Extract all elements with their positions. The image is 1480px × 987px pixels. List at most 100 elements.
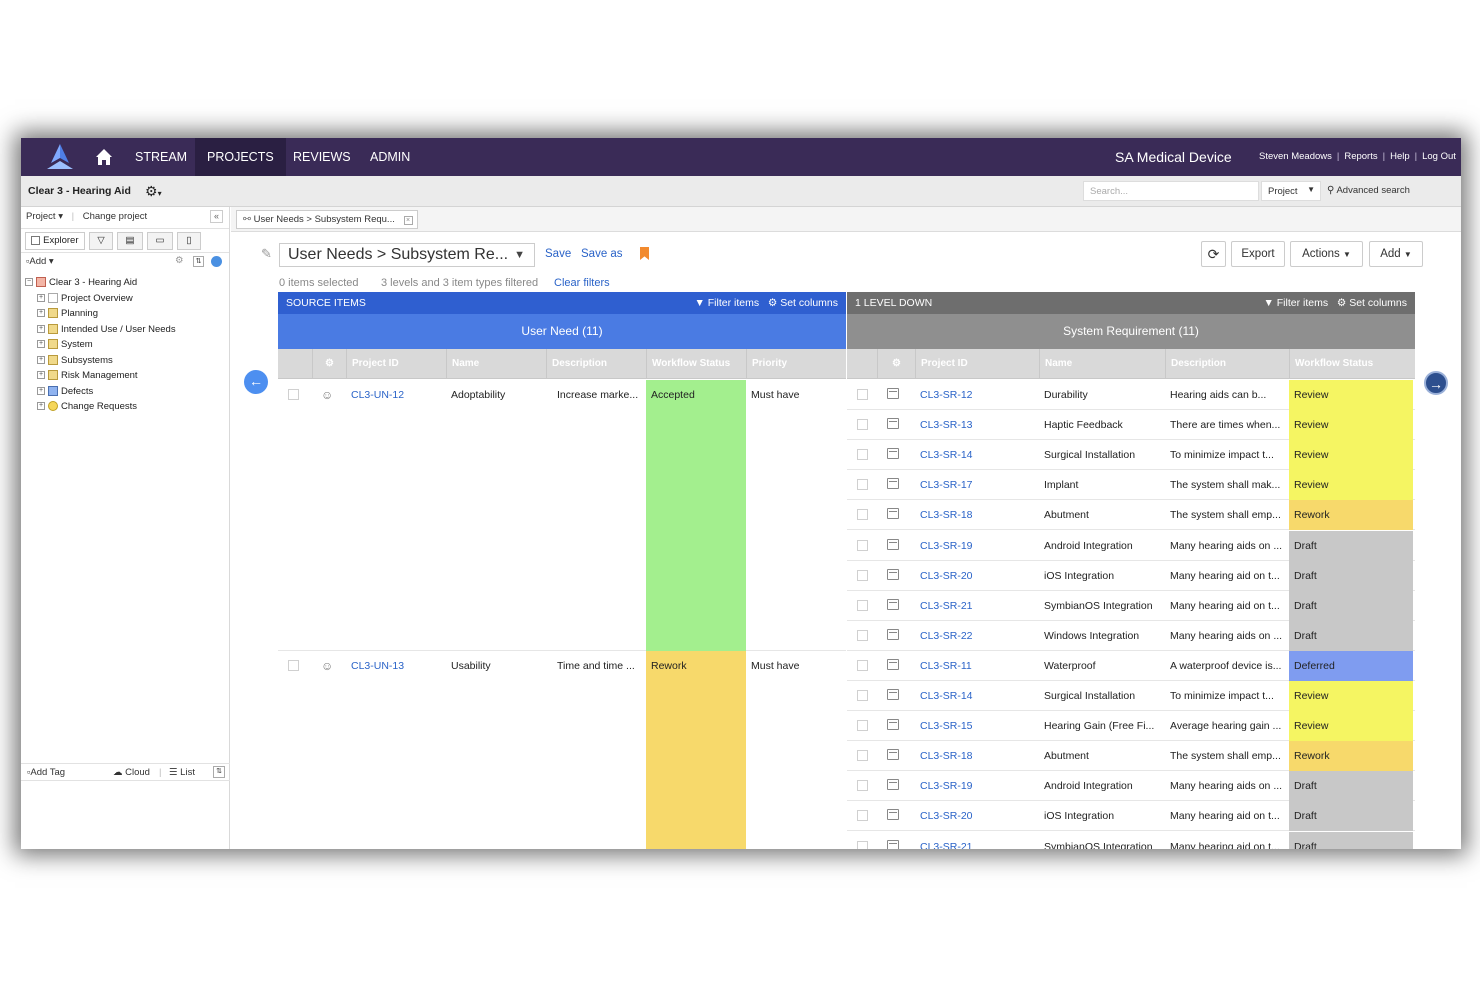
nav-stream[interactable]: STREAM xyxy=(123,138,199,176)
project-menu[interactable]: Project ▾ xyxy=(26,211,63,222)
table-row[interactable]: CL3-SR-18 Abutment The system shall emp...… xyxy=(847,741,1415,772)
collapse-panel-icon[interactable]: « xyxy=(210,210,223,223)
select-all-column[interactable] xyxy=(847,349,877,379)
project-id-link[interactable]: CL3-UN-13 xyxy=(346,651,446,681)
row-checkbox[interactable] xyxy=(288,659,299,671)
table-row[interactable]: ☺ CL3-UN-13 Usability Time and time ... Rewo… xyxy=(278,650,846,849)
tree-root[interactable]: − Clear 3 - Hearing Aid xyxy=(25,275,176,291)
table-row[interactable]: CL3-SR-15 Hearing Gain (Free Fi... Average… xyxy=(847,711,1415,742)
help-link[interactable]: Help xyxy=(1390,151,1410,162)
project-id-link[interactable]: CL3-SR-18 xyxy=(915,741,1039,771)
expand-icon[interactable]: + xyxy=(37,293,45,302)
collapse-icon[interactable]: − xyxy=(25,278,33,287)
row-checkbox[interactable] xyxy=(857,659,868,671)
project-id-link[interactable]: CL3-SR-21 xyxy=(915,832,1039,850)
table-view-icon[interactable]: ▤ xyxy=(117,232,143,250)
back-arrow-icon[interactable]: ← xyxy=(244,370,268,394)
expand-icon[interactable]: + xyxy=(37,386,45,395)
target-filter-items[interactable]: ▼ Filter items xyxy=(1263,297,1328,309)
row-checkbox[interactable] xyxy=(288,389,299,400)
expand-icon[interactable]: + xyxy=(37,402,45,411)
export-button[interactable]: Export xyxy=(1231,241,1285,267)
row-checkbox[interactable] xyxy=(857,780,868,792)
column-description[interactable]: Description xyxy=(1165,349,1289,379)
row-checkbox[interactable] xyxy=(857,569,868,581)
save-link[interactable]: Save xyxy=(545,248,571,260)
search-input[interactable]: Search... xyxy=(1083,181,1259,201)
close-icon[interactable]: × xyxy=(403,216,413,225)
row-checkbox[interactable] xyxy=(857,690,868,701)
view-select[interactable]: User Needs > Subsystem Re... ▼ xyxy=(279,243,535,267)
sync-icon[interactable]: ⇅ xyxy=(193,256,204,267)
nav-projects[interactable]: PROJECTS xyxy=(195,138,286,176)
tree-item-project-overview[interactable]: + Project Overview xyxy=(25,291,176,307)
advanced-search-link[interactable]: ⚲ Advanced search xyxy=(1327,185,1410,196)
tree-item-risk-management[interactable]: + Risk Management xyxy=(25,368,176,384)
clear-filters-link[interactable]: Clear filters xyxy=(554,277,610,289)
add-button[interactable]: Add ▼ xyxy=(1369,241,1423,267)
row-checkbox[interactable] xyxy=(857,419,868,431)
source-filter-items[interactable]: ▼ Filter items xyxy=(694,297,759,309)
table-row[interactable]: CL3-SR-12 Durability Hearing aids can b...… xyxy=(847,380,1415,410)
home-icon[interactable] xyxy=(95,148,113,166)
row-checkbox[interactable] xyxy=(857,750,868,762)
pencil-icon[interactable]: ✎ xyxy=(261,246,272,262)
project-id-link[interactable]: CL3-SR-18 xyxy=(915,500,1039,530)
tab-user-needs-subsystem[interactable]: ⚯ User Needs > Subsystem Requ... × xyxy=(236,210,418,229)
expand-icon[interactable]: + xyxy=(37,309,45,318)
row-checkbox[interactable] xyxy=(857,479,868,491)
column-description[interactable]: Description xyxy=(546,349,646,379)
list-view-button[interactable]: ☰ List xyxy=(169,767,195,778)
logo-icon[interactable] xyxy=(45,143,75,171)
column-workflow-status[interactable]: Workflow Status xyxy=(646,349,746,379)
project-id-link[interactable]: CL3-SR-22 xyxy=(915,621,1039,651)
tree-item-planning[interactable]: + Planning xyxy=(25,306,176,322)
project-id-link[interactable]: CL3-SR-11 xyxy=(915,651,1039,681)
refresh-icon[interactable]: ⟳ xyxy=(1201,241,1226,267)
add-tag-button[interactable]: ▫Add Tag xyxy=(27,767,65,778)
expand-icon[interactable]: + xyxy=(37,324,45,333)
window-view-icon[interactable]: ▭ xyxy=(147,232,173,250)
table-row[interactable]: CL3-SR-21 SymbianOS Integration Many heari… xyxy=(847,590,1415,621)
table-row[interactable]: CL3-SR-20 iOS Integration Many hearing aid… xyxy=(847,801,1415,832)
row-checkbox[interactable] xyxy=(857,389,868,400)
change-project-link[interactable]: Change project xyxy=(83,211,147,222)
tree-item-defects[interactable]: + Defects xyxy=(25,384,176,400)
source-set-columns[interactable]: ⚙ Set columns xyxy=(768,297,838,309)
nav-reviews[interactable]: REVIEWS xyxy=(281,138,363,176)
project-id-link[interactable]: CL3-SR-13 xyxy=(915,410,1039,440)
tree-item-change-requests[interactable]: + Change Requests xyxy=(25,399,176,415)
row-checkbox[interactable] xyxy=(857,539,868,551)
table-row[interactable]: CL3-SR-19 Android Integration Many hearing… xyxy=(847,771,1415,802)
forward-arrow-icon[interactable]: → xyxy=(1424,371,1448,395)
tree-item-intended-use[interactable]: + Intended Use / User Needs xyxy=(25,322,176,338)
column-workflow-status[interactable]: Workflow Status xyxy=(1289,349,1415,379)
project-id-link[interactable]: CL3-SR-21 xyxy=(915,591,1039,621)
column-name[interactable]: Name xyxy=(1039,349,1165,379)
sync-icon[interactable]: ⇅ xyxy=(213,766,225,778)
row-checkbox[interactable] xyxy=(857,840,868,849)
expand-icon[interactable]: + xyxy=(37,371,45,380)
row-checkbox[interactable] xyxy=(857,720,868,732)
row-checkbox[interactable] xyxy=(857,449,868,461)
table-row[interactable]: CL3-SR-11 Waterproof A waterproof device i… xyxy=(847,650,1415,681)
logout-link[interactable]: Log Out xyxy=(1422,151,1456,162)
settings-icon[interactable]: ⚙ xyxy=(175,255,184,266)
tab-explorer[interactable]: Explorer xyxy=(25,232,85,250)
column-project-id[interactable]: Project ID xyxy=(915,349,1039,379)
row-checkbox[interactable] xyxy=(857,599,868,611)
document-icon[interactable]: ▯ xyxy=(177,232,201,250)
target-set-columns[interactable]: ⚙ Set columns xyxy=(1337,297,1407,309)
project-id-link[interactable]: CL3-SR-20 xyxy=(915,561,1039,591)
tree-item-system[interactable]: + System xyxy=(25,337,176,353)
save-as-link[interactable]: Save as xyxy=(581,248,623,260)
gear-icon[interactable]: ⚙▾ xyxy=(145,183,162,200)
table-row[interactable]: CL3-SR-22 Windows Integration Many hearing… xyxy=(847,620,1415,651)
project-id-link[interactable]: CL3-SR-12 xyxy=(915,380,1039,410)
project-id-link[interactable]: CL3-SR-14 xyxy=(915,440,1039,470)
bookmark-icon[interactable] xyxy=(640,247,649,260)
table-row[interactable]: CL3-SR-17 Implant The system shall mak... R… xyxy=(847,470,1415,501)
cloud-view-button[interactable]: ☁ Cloud xyxy=(113,767,150,778)
row-checkbox[interactable] xyxy=(857,629,868,641)
project-id-link[interactable]: CL3-SR-15 xyxy=(915,711,1039,741)
